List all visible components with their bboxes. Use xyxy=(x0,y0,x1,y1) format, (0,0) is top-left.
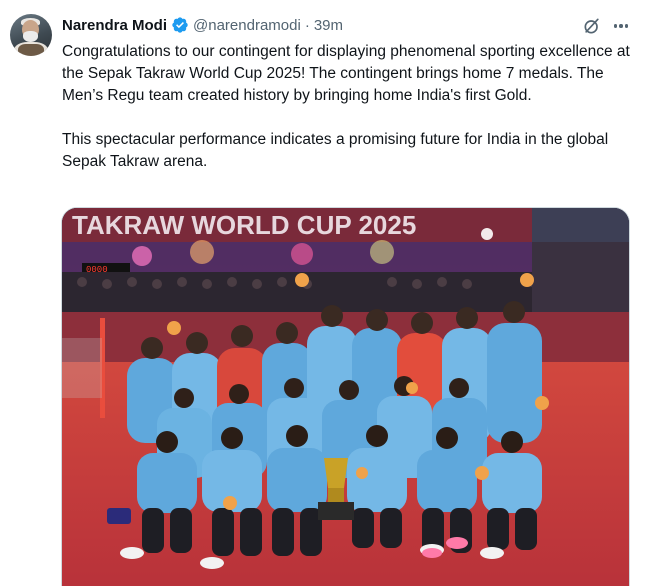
author-name[interactable]: Narendra Modi xyxy=(62,17,167,34)
post-paragraph-1: Congratulations to our contingent for di… xyxy=(62,43,630,104)
post-text: Congratulations to our contingent for di… xyxy=(62,41,637,173)
author-handle[interactable]: @narendramodi xyxy=(193,17,301,34)
more-options-icon[interactable] xyxy=(611,16,631,36)
more-dot xyxy=(624,24,629,28)
more-dot xyxy=(613,24,618,28)
team-photo-illustration: TAKRAW WORLD CUP 2025 0000 xyxy=(62,208,629,586)
verified-badge-icon[interactable] xyxy=(171,16,189,34)
post-timestamp[interactable]: 39m xyxy=(314,17,343,34)
post-photo[interactable]: TAKRAW WORLD CUP 2025 0000 xyxy=(61,207,630,586)
avatar-vest xyxy=(18,44,44,56)
grok-icon[interactable] xyxy=(582,16,602,36)
banner-text: TAKRAW WORLD CUP 2025 xyxy=(72,210,416,240)
author-avatar[interactable] xyxy=(10,14,52,56)
avatar-beard xyxy=(23,31,38,42)
header-separator: · xyxy=(304,16,310,34)
more-dot xyxy=(619,24,623,28)
post-header: Narendra Modi @narendramodi · 39m xyxy=(62,15,343,35)
post-paragraph-2: This spectacular performance indicates a… xyxy=(62,131,609,170)
